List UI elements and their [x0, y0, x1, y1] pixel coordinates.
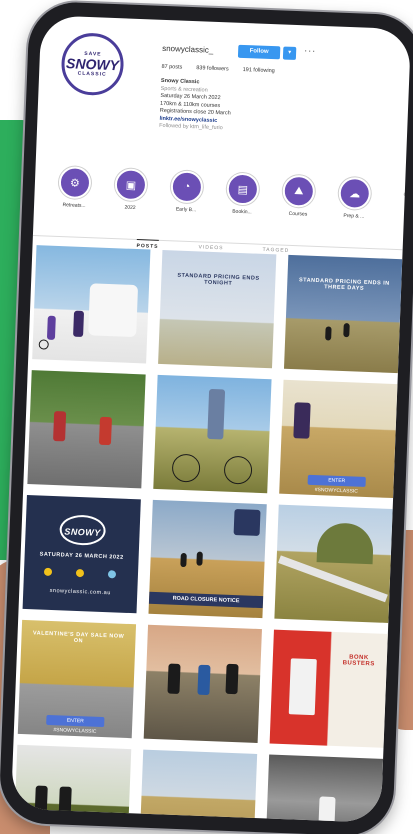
followers-count[interactable]: 839 followers: [196, 65, 229, 72]
tile-caption: STANDARD PRICING ENDS TONIGHT: [177, 272, 260, 287]
tile-enter-button: ENTER #SNOWYCLASSIC: [307, 474, 366, 495]
highlight-item[interactable]: ⚙ Retreats...: [54, 166, 96, 210]
tile-caption: BONK BUSTERS: [342, 654, 375, 668]
profile-username: snowyclassic_: [162, 43, 214, 55]
post-tile[interactable]: ROAD CLOSURE NOTICE: [148, 499, 267, 619]
highlight-item[interactable]: ◔ Early B...: [166, 170, 208, 214]
post-tile[interactable]: [153, 374, 272, 494]
post-tile[interactable]: BONK BUSTERS: [269, 629, 388, 748]
highlight-label: Bookin...: [232, 208, 252, 216]
tile-promo-date: SATURDAY 26 MARCH 2022: [39, 551, 124, 561]
more-options-button[interactable]: ···: [304, 45, 316, 55]
highlight-icon: ◔: [170, 170, 204, 204]
post-tile[interactable]: STANDARD PRICING ENDS IN THREE DAYS: [283, 254, 403, 374]
tab-tagged[interactable]: TAGGED: [262, 247, 289, 254]
post-tile[interactable]: [32, 245, 151, 364]
post-tile[interactable]: [264, 754, 384, 823]
highlight-icon: ⚙: [58, 166, 92, 200]
profile-stats: 87 posts 839 followers 191 following: [161, 64, 274, 74]
tile-caption: STANDARD PRICING ENDS IN THREE DAYS: [298, 277, 390, 292]
post-tile[interactable]: STANDARD PRICING ENDS TONIGHT: [158, 250, 277, 369]
post-tile[interactable]: SNOWY SATURDAY 26 MARCH 2022 snowyclassi…: [22, 494, 141, 614]
post-tile[interactable]: [143, 624, 262, 744]
highlight-label: Courses: [288, 210, 308, 218]
tile-promo-title: SNOWY: [64, 526, 101, 538]
post-tile[interactable]: [27, 370, 146, 489]
tile-enter-button: ENTER #SNOWYCLASSIC: [46, 714, 105, 735]
tile-promo-site: snowyclassic.com.au: [49, 587, 111, 597]
highlight-label: Early B...: [175, 206, 197, 214]
profile-header: SAVE SNOWY CLASSIC snowyclassic_ Follow …: [36, 15, 411, 169]
follow-button[interactable]: Follow: [237, 44, 281, 60]
highlight-item[interactable]: ▣ 2022: [110, 168, 152, 212]
highlight-label: Prep & ...: [343, 212, 365, 220]
story-highlights: ⚙ Retreats... ▣ 2022 ◔ Early B... ▤ Book…: [48, 166, 411, 232]
tile-caption: VALENTINE'S DAY SALE NOW ON: [32, 630, 125, 645]
profile-avatar[interactable]: SAVE SNOWY CLASSIC: [60, 32, 125, 97]
highlight-item[interactable]: ☁ Prep & ...: [334, 176, 376, 221]
tab-videos[interactable]: VIDEOS: [198, 244, 223, 251]
post-tile[interactable]: [138, 749, 258, 823]
following-count[interactable]: 191 following: [243, 67, 275, 74]
post-tile[interactable]: VALENTINE'S DAY SALE NOW ON ENTER #SNOWY…: [17, 619, 137, 739]
highlight-label: 2022: [124, 204, 136, 211]
tile-notice-text: ROAD CLOSURE NOTICE: [172, 595, 240, 605]
profile-bio: Snowy Classic Sports & recreation Saturd…: [159, 78, 361, 138]
highlights-scroll-indicator: [403, 191, 410, 198]
post-tile[interactable]: [274, 504, 393, 623]
posts-grid: STANDARD PRICING ENDS TONIGHT STANDARD P…: [12, 245, 403, 823]
post-tile[interactable]: [12, 744, 132, 823]
highlight-icon: ☁: [338, 176, 372, 210]
logo-sub-text: CLASSIC: [77, 70, 107, 78]
highlight-item[interactable]: ⛰ Courses: [278, 174, 320, 218]
highlight-icon: ⛰: [282, 174, 316, 208]
highlight-item[interactable]: ▤ Bookin...: [222, 172, 264, 216]
logo-title: SNOWY: [65, 55, 120, 74]
highlight-icon: ▤: [226, 172, 260, 206]
highlight-icon: ▣: [114, 168, 148, 202]
instagram-profile-screen: SAVE SNOWY CLASSIC snowyclassic_ Follow …: [10, 15, 412, 823]
suggested-dropdown-button[interactable]: ▾: [282, 46, 297, 60]
highlight-label: Retreats...: [62, 202, 86, 210]
phone-frame: SAVE SNOWY CLASSIC snowyclassic_ Follow …: [0, 0, 413, 834]
posts-count: 87 posts: [161, 63, 183, 71]
post-tile[interactable]: ENTER #SNOWYCLASSIC: [279, 379, 398, 499]
tile-notice-bar: ROAD CLOSURE NOTICE: [148, 591, 264, 609]
